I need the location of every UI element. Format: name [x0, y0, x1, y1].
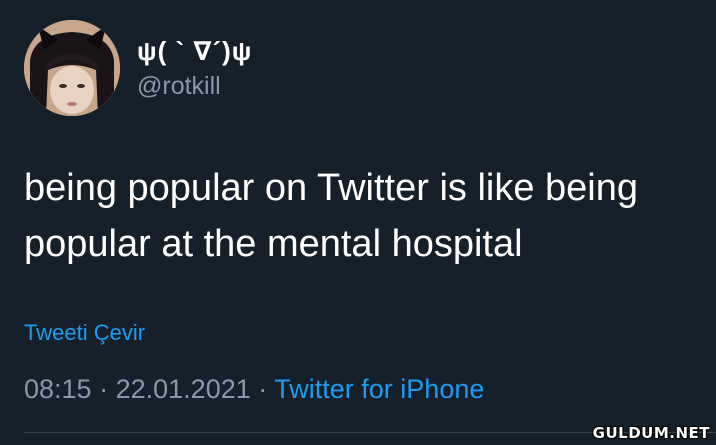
- display-name[interactable]: ψ( ` ∇´)ψ: [137, 36, 252, 67]
- user-handle[interactable]: @rotkill: [137, 72, 221, 101]
- tweet-meta: 08:15 · 22.01.2021 · Twitter for iPhone: [24, 374, 484, 405]
- translate-tweet-link[interactable]: Tweeti Çevir: [24, 320, 145, 346]
- watermark: GULDUM.NET: [592, 424, 710, 442]
- tweet-text: being popular on Twitter is like being p…: [24, 167, 639, 265]
- meta-separator: ·: [258, 374, 268, 404]
- tweet-date[interactable]: 22.01.2021: [116, 374, 251, 404]
- avatar[interactable]: [24, 20, 120, 116]
- avatar-image: [24, 20, 120, 116]
- tweet-source-link[interactable]: Twitter for iPhone: [274, 374, 484, 404]
- meta-separator: ·: [99, 374, 109, 404]
- tweet-time[interactable]: 08:15: [24, 374, 92, 404]
- tweet-card: ψ( ` ∇´)ψ @rotkill being popular on Twit…: [0, 0, 716, 445]
